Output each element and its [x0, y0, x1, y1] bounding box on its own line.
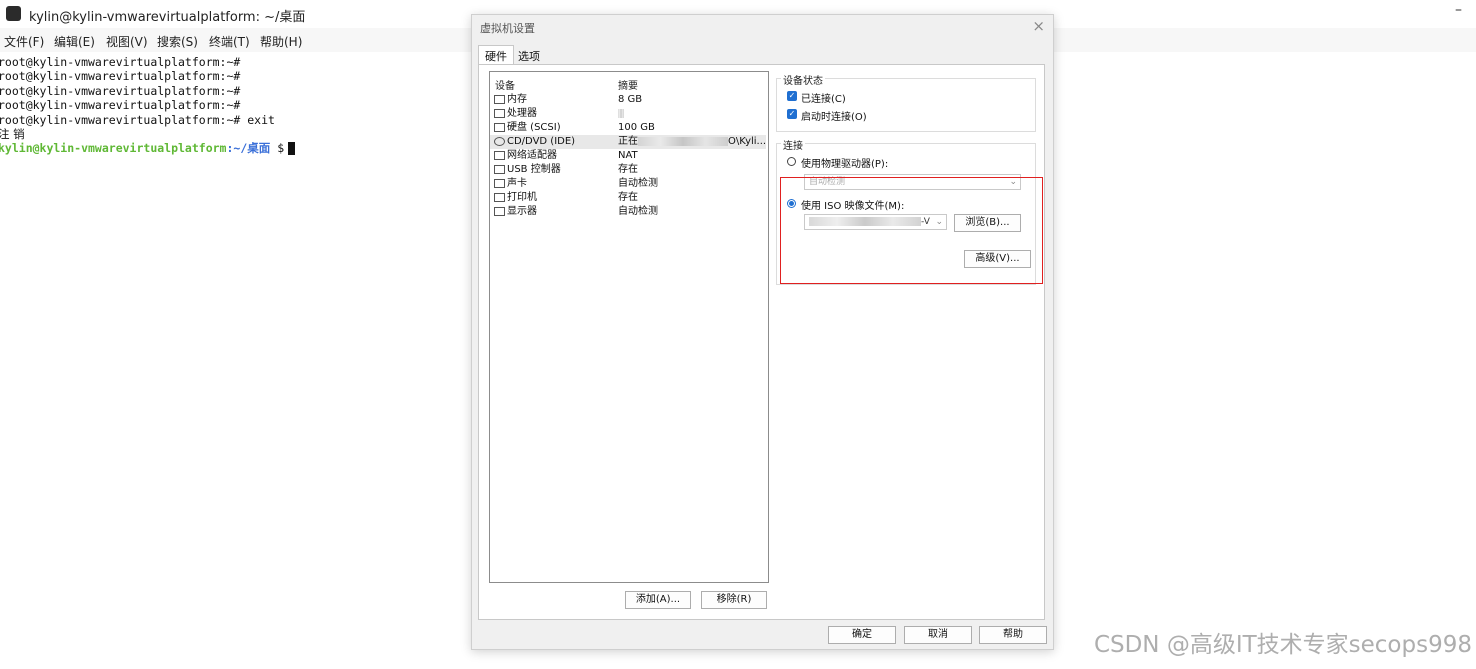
- device-row-printer[interactable]: 打印机 存在: [490, 191, 766, 205]
- prompt-path: :~/桌面: [226, 141, 271, 156]
- blurred-value: [638, 136, 728, 146]
- device-row-hard-disk[interactable]: 硬盘 (SCSI) 100 GB: [490, 121, 766, 135]
- menu-edit[interactable]: 编辑(E): [54, 33, 95, 50]
- terminal-line: root@kylin-vmwarevirtualplatform:~# exit: [0, 112, 275, 127]
- summary-column-header: 摘要: [618, 81, 638, 92]
- terminal-line: root@kylin-vmwarevirtualplatform:~#: [0, 98, 241, 113]
- device-summary: NAT: [618, 150, 638, 161]
- connect-at-power-on-checkbox[interactable]: ✓: [787, 109, 797, 119]
- monitor-icon: [494, 207, 505, 216]
- terminal-prompt: kylin@kylin-vmwarevirtualplatform:~/桌面 $: [0, 141, 296, 156]
- cd-dvd-icon: [494, 137, 505, 146]
- device-summary: 8 GB: [618, 94, 643, 105]
- device-name: 显示器: [507, 206, 537, 217]
- prompt-user: kylin@kylin-vmwarevirtualplatform: [0, 141, 227, 156]
- physical-drive-radio[interactable]: [787, 157, 796, 166]
- summary-suffix: O\Kyli...: [728, 136, 767, 147]
- printer-icon: [494, 193, 505, 202]
- device-row-display[interactable]: 显示器 自动检测: [490, 205, 766, 219]
- terminal-line: root@kylin-vmwarevirtualplatform:~#: [0, 83, 241, 98]
- device-row-usb-controller[interactable]: USB 控制器 存在: [490, 163, 766, 177]
- device-row-sound-card[interactable]: 声卡 自动检测: [490, 177, 766, 191]
- device-name: 硬盘 (SCSI): [507, 122, 561, 133]
- terminal-cursor: [288, 142, 296, 156]
- processor-icon: [494, 109, 505, 118]
- menu-file[interactable]: 文件(F): [4, 33, 44, 50]
- speaker-icon: [494, 179, 505, 188]
- connected-checkbox[interactable]: ✓: [787, 91, 797, 101]
- memory-icon: [494, 95, 505, 104]
- connect-at-power-on-label: 启动时连接(O): [801, 112, 867, 123]
- ok-button[interactable]: 确定: [828, 626, 896, 644]
- device-summary: 100 GB: [618, 122, 655, 133]
- device-name: 打印机: [507, 192, 537, 203]
- highlight-box: [780, 177, 1043, 284]
- device-column-header: 设备: [495, 81, 515, 92]
- device-summary: 自动检测: [618, 206, 658, 217]
- usb-icon: [494, 165, 505, 174]
- cancel-button[interactable]: 取消: [904, 626, 972, 644]
- device-name: 内存: [507, 94, 527, 105]
- menu-terminal[interactable]: 终端(T): [209, 33, 250, 50]
- close-icon[interactable]: ×: [1032, 17, 1045, 35]
- hardware-panel: 设备 摘要 内存 8 GB 处理器 硬盘 (SCSI) 100 GB CD/DV…: [478, 64, 1045, 620]
- dialog-title: 虚拟机设置: [480, 22, 535, 35]
- help-button[interactable]: 帮助: [979, 626, 1047, 644]
- device-name: 声卡: [507, 178, 527, 189]
- device-status-title: 设备状态: [781, 72, 825, 87]
- device-summary: 自动检测: [618, 178, 658, 189]
- device-summary: [618, 107, 624, 121]
- terminal-line: root@kylin-vmwarevirtualplatform:~#: [0, 55, 241, 69]
- terminal-title: kylin@kylin-vmwarevirtualplatform: ~/桌面: [29, 10, 306, 25]
- device-summary: 正在 O\Kyli...: [618, 135, 766, 149]
- csdn-watermark: CSDN @高级IT技术专家secops998: [1093, 632, 1472, 658]
- summary-prefix: 正在: [618, 136, 638, 147]
- device-name: 处理器: [507, 108, 537, 119]
- device-list[interactable]: 设备 摘要 内存 8 GB 处理器 硬盘 (SCSI) 100 GB CD/DV…: [489, 71, 769, 583]
- tab-options[interactable]: 选项: [512, 46, 546, 64]
- network-icon: [494, 151, 505, 160]
- device-name: 网络适配器: [507, 150, 557, 161]
- device-row-network-adapter[interactable]: 网络适配器 NAT: [490, 149, 766, 163]
- terminal-line: root@kylin-vmwarevirtualplatform:~#: [0, 69, 241, 84]
- add-device-button[interactable]: 添加(A)...: [625, 591, 691, 609]
- device-name: USB 控制器: [507, 164, 561, 175]
- menu-help[interactable]: 帮助(H): [260, 33, 302, 50]
- device-row-processor[interactable]: 处理器: [490, 107, 766, 121]
- prompt-symbol: $: [270, 141, 285, 156]
- menu-view[interactable]: 视图(V): [106, 33, 148, 50]
- connection-title: 连接: [781, 137, 805, 152]
- device-status-group: 设备状态 ✓ 已连接(C) ✓ 启动时连接(O): [776, 72, 1036, 132]
- terminal-app-icon: [6, 6, 21, 21]
- device-row-memory[interactable]: 内存 8 GB: [490, 93, 766, 107]
- device-summary: 存在: [618, 164, 638, 175]
- physical-drive-label: 使用物理驱动器(P):: [801, 159, 889, 170]
- remove-device-button[interactable]: 移除(R): [701, 591, 767, 609]
- vm-settings-dialog: 虚拟机设置 × 硬件 选项 设备 摘要 内存 8 GB 处理器 硬盘 (SCSI…: [471, 14, 1054, 650]
- terminal-line: 注 销: [0, 127, 25, 141]
- blurred-value: [618, 108, 624, 118]
- tab-hardware[interactable]: 硬件: [478, 45, 514, 65]
- device-summary: 存在: [618, 192, 638, 203]
- device-name: CD/DVD (IDE): [507, 136, 576, 147]
- menu-search[interactable]: 搜索(S): [157, 33, 198, 50]
- minimize-button[interactable]: –: [1455, 2, 1462, 18]
- device-row-cd-dvd[interactable]: CD/DVD (IDE) 正在 O\Kyli...: [490, 135, 766, 149]
- hard-disk-icon: [494, 123, 505, 132]
- connected-label: 已连接(C): [801, 94, 846, 105]
